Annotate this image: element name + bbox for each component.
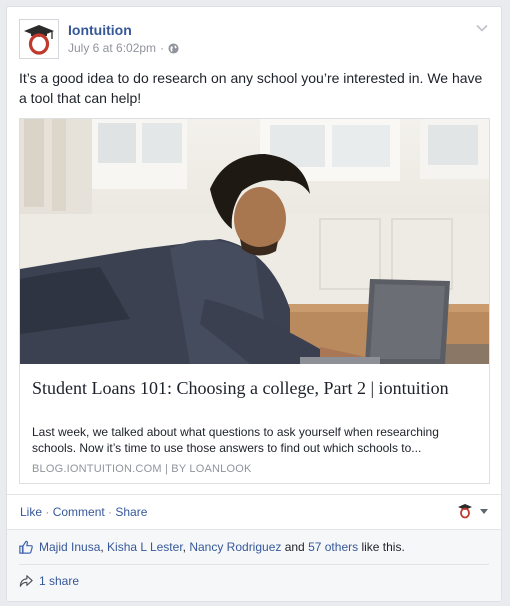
post-card: Iontuition July 6 at 6:02pm · It’s a goo… [6, 6, 502, 602]
link-description: Last week, we talked about what question… [32, 425, 439, 455]
link-title[interactable]: Student Loans 101: Choosing a college, P… [32, 377, 472, 399]
action-sep: · [42, 505, 53, 519]
link-image[interactable] [20, 119, 489, 364]
iontuition-logo-icon [24, 25, 54, 55]
comment-button[interactable]: Comment [53, 505, 105, 519]
link-domain-line: BLOG.IONTUITION.COM | BY LOANLOOK [32, 463, 252, 475]
share-arrow-icon [19, 575, 33, 587]
byline-separator: | [161, 463, 172, 475]
link-domain: BLOG.IONTUITION.COM [32, 463, 162, 475]
dropdown-arrow-icon [480, 509, 488, 514]
like-suffix: like this. [358, 540, 405, 554]
post-meta: July 6 at 6:02pm · [68, 41, 179, 55]
post-text: It’s a good idea to do research on any s… [19, 70, 483, 106]
page-avatar[interactable] [19, 19, 59, 59]
shares-summary: 1 share [19, 574, 79, 588]
liker-name[interactable]: Kisha L Lester [107, 540, 183, 554]
post-timestamp[interactable]: July 6 at 6:02pm [68, 41, 156, 55]
page-actor-icon [458, 504, 472, 519]
liker-name[interactable]: Nancy Rodriguez [189, 540, 281, 554]
thumbs-up-icon [19, 540, 33, 554]
feedback-section: Majid Inusa, Kisha L Lester, Nancy Rodri… [7, 529, 501, 601]
ufi-divider [19, 564, 489, 565]
shares-count-link[interactable]: 1 share [39, 574, 79, 588]
like-button[interactable]: Like [20, 505, 42, 519]
link-preview[interactable]: Student Loans 101: Choosing a college, P… [19, 118, 490, 484]
link-photo [20, 119, 489, 364]
globe-icon[interactable] [168, 42, 179, 54]
action-sep: · [104, 505, 116, 519]
others-link[interactable]: 57 others [308, 540, 358, 554]
likers-text: Majid Inusa, Kisha L Lester, Nancy Rodri… [39, 540, 405, 554]
likes-summary: Majid Inusa, Kisha L Lester, Nancy Rodri… [19, 540, 489, 554]
share-button[interactable]: Share [115, 505, 147, 519]
actor-selector[interactable] [457, 503, 489, 519]
actions-divider-top [7, 494, 501, 495]
post-author[interactable]: Iontuition [68, 22, 132, 38]
meta-separator: · [160, 41, 165, 55]
post-actions: Like · Comment · Share [20, 505, 147, 519]
chevron-down-icon[interactable] [475, 21, 489, 35]
liker-name[interactable]: Majid Inusa [39, 540, 100, 554]
post-header: Iontuition July 6 at 6:02pm · [19, 19, 489, 59]
and-text: and [281, 540, 309, 554]
link-byline: BY LOANLOOK [171, 463, 252, 475]
